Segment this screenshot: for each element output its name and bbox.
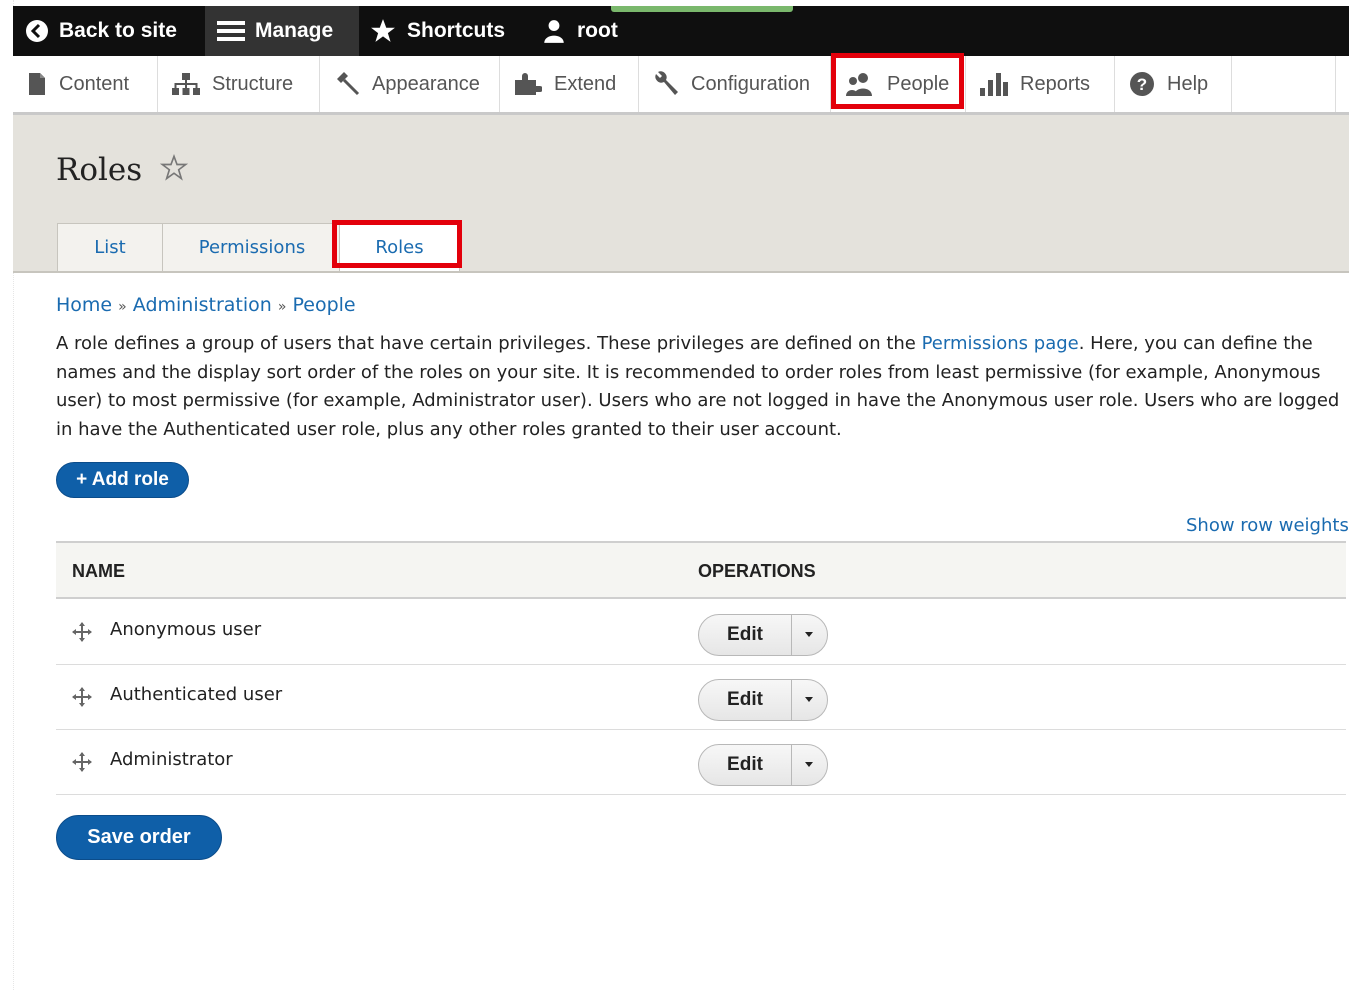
drag-handle-icon[interactable] <box>72 622 92 642</box>
dropdown-caret-icon[interactable] <box>805 632 813 637</box>
operations-dropbutton: Edit <box>698 614 828 656</box>
page-title-text: Roles <box>56 152 143 188</box>
toolbar-indicator <box>611 6 793 12</box>
breadcrumb-separator: » <box>118 299 127 315</box>
star-icon <box>371 19 395 42</box>
menu-structure-label: Structure <box>212 72 294 95</box>
user-tab[interactable]: root <box>541 6 618 56</box>
operations-dropbutton: Edit <box>698 679 828 721</box>
description-text: A role defines a group of users that hav… <box>56 333 922 354</box>
sitemap-icon <box>172 73 200 95</box>
menu-extend-label: Extend <box>554 72 617 95</box>
permissions-page-link[interactable]: Permissions page <box>922 333 1079 354</box>
admin-toolbar: Back to site Manage Shortcuts root <box>13 6 1349 56</box>
svg-text:?: ? <box>1137 75 1147 94</box>
save-order-label: Save order <box>87 826 191 848</box>
menu-item-configuration[interactable]: Configuration <box>639 56 831 112</box>
shortcuts-tab[interactable]: Shortcuts <box>369 6 505 56</box>
star-outline-icon[interactable] <box>159 153 189 182</box>
table-row: Administrator Edit <box>56 730 1346 795</box>
hamburger-icon <box>217 21 245 41</box>
breadcrumb-separator: » <box>277 299 287 315</box>
paintbrush-icon <box>337 72 360 96</box>
tab-list[interactable]: List <box>57 223 163 271</box>
people-highlight-box <box>831 53 964 109</box>
tab-permissions-label: Permissions <box>198 237 306 258</box>
document-icon <box>29 73 45 95</box>
edit-button[interactable]: Edit <box>699 680 792 720</box>
edit-label: Edit <box>727 689 763 710</box>
edit-label: Edit <box>727 754 763 775</box>
menu-spacer <box>1232 56 1336 112</box>
edit-button[interactable]: Edit <box>699 615 792 655</box>
chevron-left-circle-icon <box>26 20 48 42</box>
user-icon <box>544 20 564 43</box>
dropdown-caret-icon[interactable] <box>805 762 813 767</box>
menu-item-extend[interactable]: Extend <box>500 56 639 112</box>
page-edge <box>0 0 14 990</box>
menu-item-help[interactable]: ? Help <box>1115 56 1232 112</box>
show-row-weights-label: Show row weights <box>1186 515 1349 536</box>
shortcuts-label: Shortcuts <box>407 19 506 42</box>
operations-dropbutton: Edit <box>698 744 828 786</box>
tab-permissions[interactable]: Permissions <box>162 223 342 271</box>
manage-tab[interactable]: Manage <box>205 6 359 56</box>
role-name: Administrator <box>110 749 233 770</box>
add-role-button[interactable]: + Add role <box>56 462 189 498</box>
menu-item-content[interactable]: Content <box>13 56 158 112</box>
menu-item-appearance[interactable]: Appearance <box>320 56 500 112</box>
tab-list-label: List <box>94 237 126 258</box>
menu-help-label: Help <box>1167 72 1209 95</box>
wrench-icon <box>655 71 678 95</box>
column-header-operations: OPERATIONS <box>698 561 816 581</box>
user-label: root <box>577 19 618 42</box>
edit-button[interactable]: Edit <box>699 745 792 785</box>
menu-item-structure[interactable]: Structure <box>158 56 320 112</box>
menu-content-label: Content <box>59 72 130 95</box>
menu-reports-label: Reports <box>1020 72 1091 95</box>
drag-handle-icon[interactable] <box>72 752 92 772</box>
drag-handle-icon[interactable] <box>72 687 92 707</box>
roles-table: NAME OPERATIONS Anonymous user Edit Auth… <box>56 541 1346 797</box>
manage-label: Manage <box>255 19 334 42</box>
back-to-site-link[interactable]: Back to site <box>25 6 177 56</box>
show-row-weights-link[interactable]: Show row weights <box>1186 515 1349 536</box>
add-role-label: + Add role <box>76 469 169 490</box>
table-header: NAME OPERATIONS <box>56 541 1346 599</box>
dropdown-caret-icon[interactable] <box>805 697 813 702</box>
table-row: Authenticated user Edit <box>56 665 1346 730</box>
table-row: Anonymous user Edit <box>56 600 1346 665</box>
menu-item-reports[interactable]: Reports <box>966 56 1115 112</box>
edit-label: Edit <box>727 624 763 645</box>
breadcrumb-administration[interactable]: Administration <box>133 294 272 316</box>
help-icon: ? <box>1130 72 1154 96</box>
puzzle-icon <box>515 73 542 95</box>
page-title: Roles <box>56 152 189 188</box>
bar-chart-icon <box>980 73 1008 96</box>
role-name: Authenticated user <box>110 684 283 705</box>
breadcrumb: Home » Administration » People <box>56 294 356 316</box>
roles-highlight-box <box>332 220 462 268</box>
breadcrumb-people[interactable]: People <box>292 294 355 316</box>
back-to-site-label: Back to site <box>59 19 177 42</box>
column-header-name: NAME <box>72 561 125 581</box>
save-order-button[interactable]: Save order <box>56 815 222 860</box>
admin-menu: Content Structure Appearance Extend Conf… <box>13 56 1349 115</box>
menu-configuration-label: Configuration <box>691 72 810 95</box>
page-description: A role defines a group of users that hav… <box>56 330 1341 444</box>
menu-appearance-label: Appearance <box>372 72 480 95</box>
breadcrumb-home[interactable]: Home <box>56 294 112 316</box>
role-name: Anonymous user <box>110 619 262 640</box>
